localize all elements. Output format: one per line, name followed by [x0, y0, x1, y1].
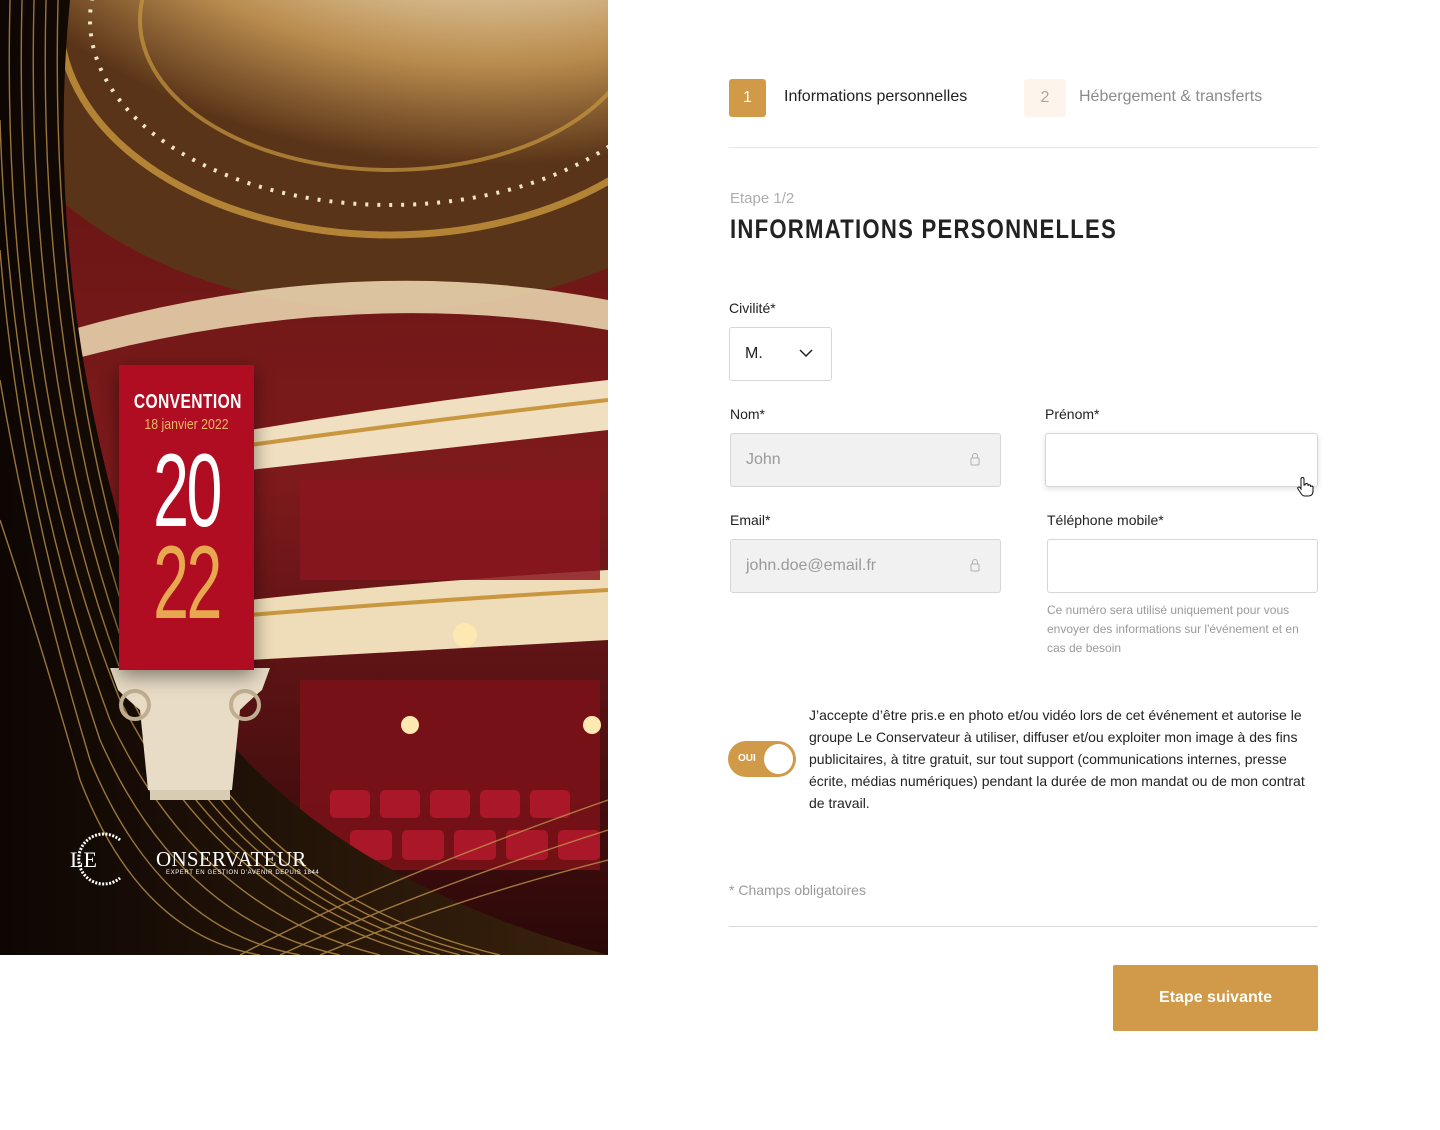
step-1-label[interactable]: Informations personnelles: [784, 88, 967, 106]
telephone-field[interactable]: [1047, 539, 1318, 593]
page-title: INFORMATIONS PERSONNELLES: [730, 214, 1118, 244]
required-fields-note: * Champs obligatoires: [729, 882, 866, 898]
logo-ring-icon: [77, 832, 121, 886]
nom-label: Nom*: [730, 406, 766, 422]
step-1-number[interactable]: 1: [729, 79, 766, 117]
step-2-label[interactable]: Hébergement & transferts: [1079, 88, 1262, 106]
step-2-number[interactable]: 2: [1024, 79, 1066, 117]
toggle-label: OUI: [738, 753, 756, 764]
chevron-down-icon: [799, 349, 813, 358]
theater-illustration: [0, 0, 608, 955]
stepper-divider: [729, 147, 1318, 148]
next-step-button[interactable]: Etape suivante: [1113, 965, 1318, 1031]
email-field[interactable]: john.doe@email.fr: [730, 539, 1001, 593]
stepper: 1 Informations personnelles 2 Hébergemen…: [729, 79, 1318, 119]
civilite-label: Civilité*: [729, 300, 776, 316]
banner-year-bottom: 22: [153, 525, 222, 641]
nom-value: John: [746, 451, 781, 468]
banner-year-top: 20: [153, 433, 222, 549]
nom-field[interactable]: John: [730, 433, 1001, 487]
hero-image: CONVENTION 18 janvier 2022 20 22 LE ONSE…: [0, 0, 608, 955]
telephone-label: Téléphone mobile*: [1047, 512, 1164, 528]
civilite-select[interactable]: M.: [729, 327, 832, 381]
form-divider: [729, 926, 1318, 927]
convention-banner: CONVENTION 18 janvier 2022 20 22: [119, 365, 254, 670]
step-caption: Etape 1/2: [730, 190, 795, 207]
lock-icon: [970, 559, 980, 572]
lock-icon: [970, 453, 980, 466]
hand-cursor-icon: [1297, 477, 1314, 497]
banner-date: 18 janvier 2022: [144, 416, 229, 433]
le-conservateur-logo: LE ONSERVATEUR EXPERT EN GESTION D'AVENI…: [70, 828, 330, 890]
prenom-label: Prénom*: [1045, 406, 1100, 422]
telephone-hint: Ce numéro sera utilisé uniquement pour v…: [1047, 603, 1299, 655]
email-value: john.doe@email.fr: [746, 557, 877, 574]
civilite-value: M.: [745, 345, 763, 362]
consent-text: J’accepte d’être pris.e en photo et/ou v…: [809, 707, 1305, 811]
toggle-knob: [764, 744, 793, 774]
banner-title: CONVENTION: [133, 391, 242, 413]
logo-tagline: EXPERT EN GESTION D'AVENIR DEPUIS 1844: [166, 870, 320, 876]
email-label: Email*: [730, 512, 771, 528]
logo-name: ONSERVATEUR: [156, 847, 307, 871]
consent-toggle[interactable]: OUI: [728, 741, 796, 777]
prenom-field[interactable]: [1045, 433, 1318, 487]
